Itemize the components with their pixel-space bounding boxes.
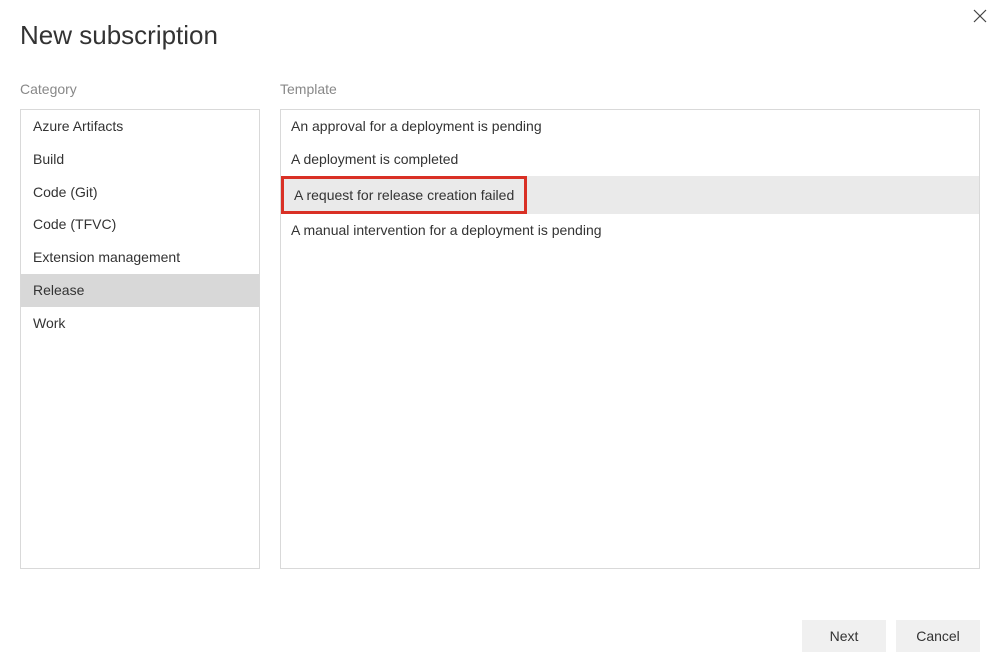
template-item-release-creation-failed[interactable]: A request for release creation failed (284, 179, 524, 212)
category-listbox: Azure Artifacts Build Code (Git) Code (T… (20, 109, 260, 569)
category-item-code-tfvc[interactable]: Code (TFVC) (21, 208, 259, 241)
highlight-annotation: A request for release creation failed (281, 176, 527, 215)
close-button[interactable] (972, 8, 988, 24)
category-item-code-git[interactable]: Code (Git) (21, 176, 259, 209)
category-item-release[interactable]: Release (21, 274, 259, 307)
template-item-manual-intervention-pending[interactable]: A manual intervention for a deployment i… (281, 214, 979, 247)
category-item-azure-artifacts[interactable]: Azure Artifacts (21, 110, 259, 143)
category-label: Category (20, 81, 260, 97)
category-item-build[interactable]: Build (21, 143, 259, 176)
close-icon (973, 9, 987, 23)
category-item-work[interactable]: Work (21, 307, 259, 340)
next-button[interactable]: Next (802, 620, 886, 652)
template-label: Template (280, 81, 980, 97)
template-item-approval-pending[interactable]: An approval for a deployment is pending (281, 110, 979, 143)
dialog-title: New subscription (0, 0, 1000, 51)
cancel-button[interactable]: Cancel (896, 620, 980, 652)
template-listbox: An approval for a deployment is pending … (280, 109, 980, 569)
template-item-deployment-completed[interactable]: A deployment is completed (281, 143, 979, 176)
category-item-extension-management[interactable]: Extension management (21, 241, 259, 274)
